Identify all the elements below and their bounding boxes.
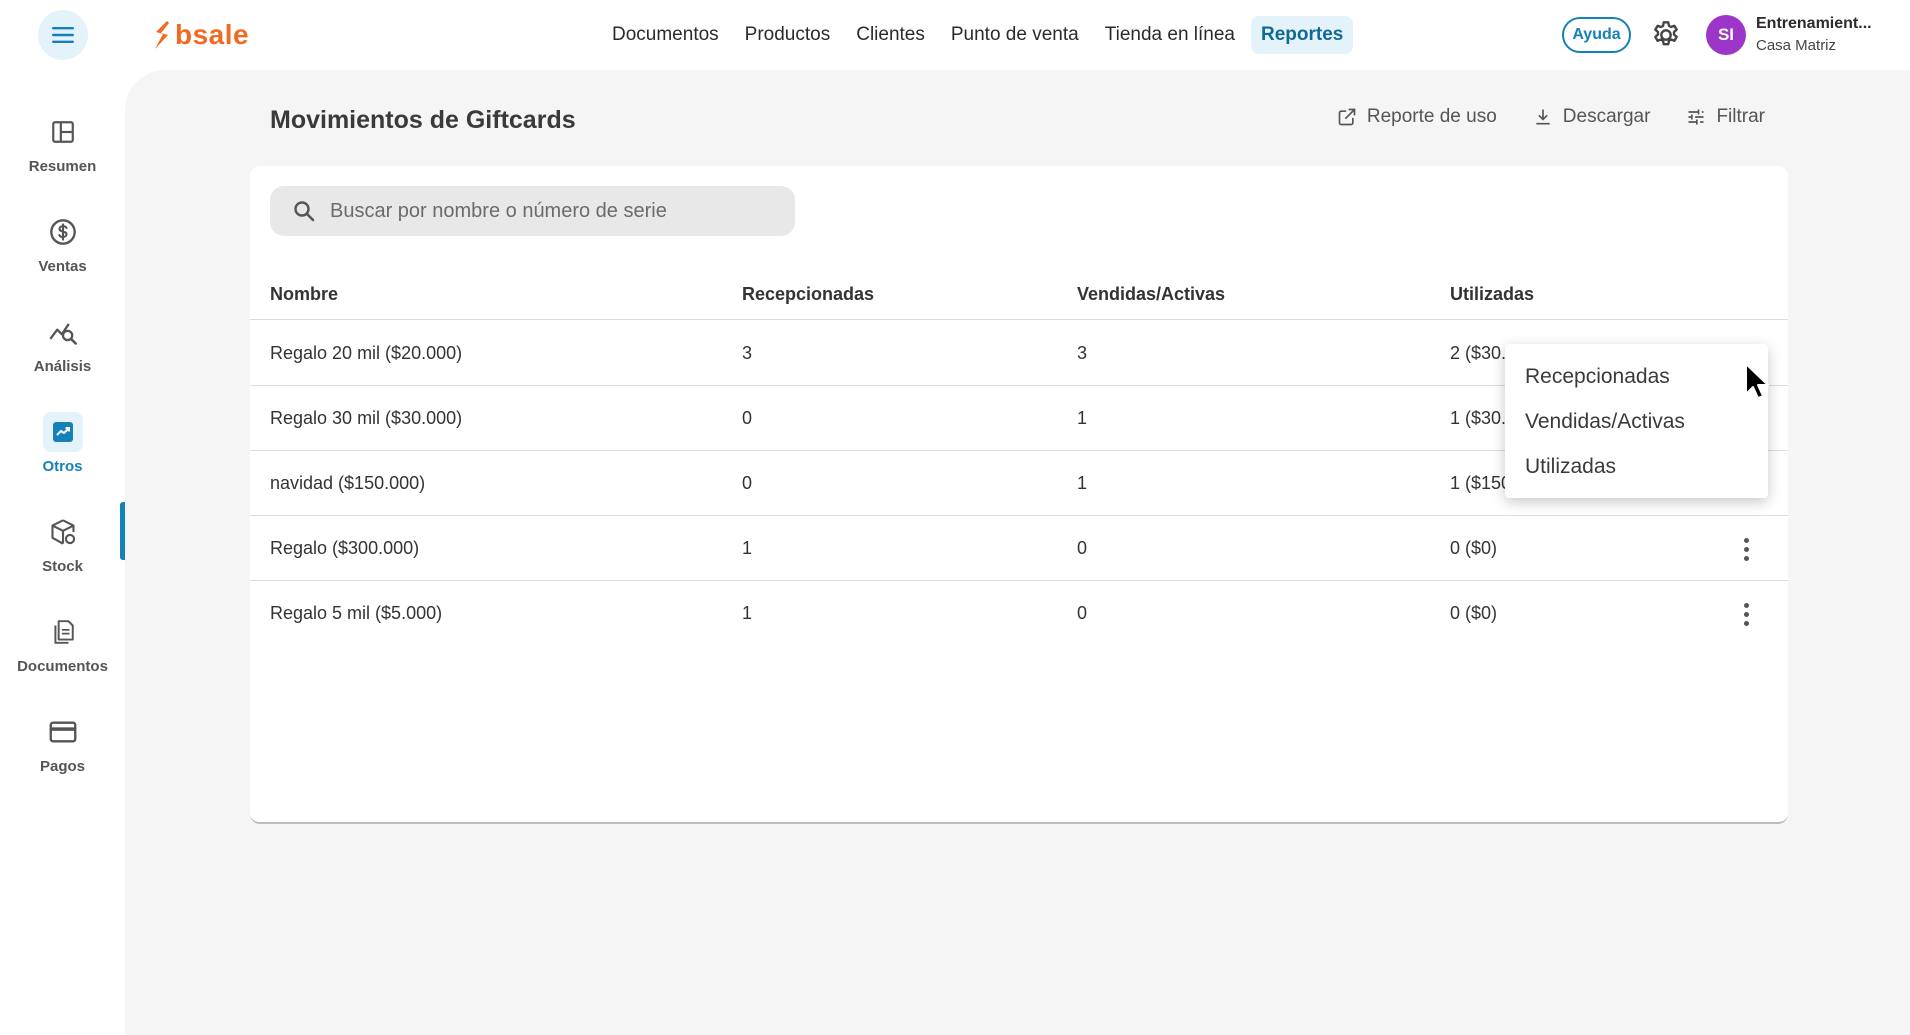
sidebar-item-ventas[interactable]: Ventas bbox=[0, 212, 125, 302]
search-box bbox=[270, 186, 795, 236]
external-link-icon bbox=[1338, 108, 1356, 126]
page-actions: Reporte de uso Descargar Filtrar bbox=[1337, 106, 1765, 128]
brand-logo[interactable]: bsale bbox=[153, 18, 249, 52]
box-icon bbox=[50, 519, 75, 545]
filter-button[interactable]: Filtrar bbox=[1686, 106, 1765, 128]
cell-utilizadas: 0 ($0) bbox=[1450, 538, 1498, 558]
help-button[interactable]: Ayuda bbox=[1562, 17, 1631, 53]
usage-report-button[interactable]: Reporte de uso bbox=[1337, 106, 1497, 128]
sidebar-item-stock[interactable]: Stock bbox=[0, 512, 125, 602]
nav-reportes[interactable]: Reportes bbox=[1251, 16, 1354, 54]
column-header-vendidas-activas[interactable]: Vendidas/Activas bbox=[1077, 284, 1225, 305]
row-actions-kebab-icon[interactable] bbox=[1734, 599, 1758, 629]
cell-vendidas: 1 bbox=[1077, 473, 1088, 493]
sidebar-item-label: Ventas bbox=[38, 258, 87, 275]
brand-name: bsale bbox=[175, 19, 250, 50]
user-avatar[interactable]: SI bbox=[1706, 15, 1746, 55]
sidebar-item-label: Pagos bbox=[39, 758, 85, 775]
documents-icon bbox=[53, 620, 74, 644]
download-label: Descargar bbox=[1562, 106, 1651, 127]
hamburger-menu-button[interactable] bbox=[38, 10, 88, 60]
cell-recepcionadas: 1 bbox=[742, 538, 753, 558]
cell-recepcionadas: 0 bbox=[742, 473, 753, 493]
sidebar-item-label: Resumen bbox=[28, 158, 97, 175]
dropdown-item-recepcionadas[interactable]: Recepcionadas bbox=[1505, 354, 1768, 399]
sidebar-item-label: Otros bbox=[42, 458, 83, 475]
search-input[interactable] bbox=[330, 199, 780, 223]
filter-icon bbox=[1688, 109, 1704, 125]
sidebar-item-analisis[interactable]: Análisis bbox=[0, 312, 125, 402]
user-name[interactable]: Entrenamient... bbox=[1756, 15, 1901, 33]
sidebar-item-label: Análisis bbox=[33, 358, 92, 375]
nav-punto-de-venta[interactable]: Punto de venta bbox=[941, 16, 1089, 54]
main-content: Movimientos de Giftcards Reporte de uso … bbox=[125, 70, 1910, 1035]
sidebar-item-label: Stock bbox=[42, 558, 83, 575]
sidebar-item-resumen[interactable]: Resumen bbox=[0, 112, 125, 202]
cell-recepcionadas: 1 bbox=[742, 603, 753, 623]
nav-productos[interactable]: Productos bbox=[735, 16, 841, 54]
cell-vendidas: 0 bbox=[1077, 538, 1088, 558]
sidebar-item-pagos[interactable]: Pagos bbox=[0, 712, 125, 802]
bsale-logo-icon bbox=[155, 21, 169, 49]
column-header-recepcionadas[interactable]: Recepcionadas bbox=[742, 284, 874, 305]
search-icon bbox=[294, 201, 315, 222]
cell-nombre: navidad ($150.000) bbox=[270, 473, 426, 493]
mouse-cursor-icon bbox=[1745, 363, 1769, 399]
table-header: Nombre Recepcionadas Vendidas/Activas Ut… bbox=[250, 272, 1788, 320]
column-header-utilizadas[interactable]: Utilizadas bbox=[1450, 284, 1534, 305]
user-branch: Casa Matriz bbox=[1756, 37, 1837, 54]
row-actions-dropdown: Recepcionadas Vendidas/Activas Utilizada… bbox=[1505, 344, 1768, 498]
sidebar-item-label: Documentos bbox=[17, 658, 108, 675]
cell-utilizadas: 0 ($0) bbox=[1450, 603, 1498, 623]
cell-recepcionadas: 3 bbox=[742, 343, 753, 363]
cell-vendidas: 3 bbox=[1077, 343, 1088, 363]
layout-icon bbox=[51, 121, 74, 143]
cell-vendidas: 1 bbox=[1077, 408, 1088, 428]
download-icon bbox=[1536, 109, 1550, 125]
nav-documentos[interactable]: Documentos bbox=[602, 16, 729, 54]
top-navigation: Documentos Productos Clientes Punto de v… bbox=[602, 15, 1354, 55]
cell-nombre: Regalo ($300.000) bbox=[270, 538, 420, 558]
cell-nombre: Regalo 5 mil ($5.000) bbox=[270, 603, 443, 623]
table-row[interactable]: Regalo ($300.000) 1 0 0 ($0) bbox=[250, 516, 1788, 581]
gear-icon[interactable] bbox=[1650, 19, 1682, 51]
top-header: bsale Documentos Productos Clientes Punt… bbox=[0, 0, 1910, 70]
dollar-icon bbox=[49, 219, 76, 245]
menu-icon bbox=[52, 27, 74, 43]
analysis-icon bbox=[48, 323, 77, 345]
card-icon bbox=[49, 721, 76, 743]
sidebar-item-documentos[interactable]: Documentos bbox=[0, 612, 125, 702]
nav-clientes[interactable]: Clientes bbox=[846, 16, 935, 54]
row-actions-kebab-icon[interactable] bbox=[1734, 534, 1758, 564]
usage-report-label: Reporte de uso bbox=[1366, 106, 1497, 127]
download-button[interactable]: Descargar bbox=[1533, 106, 1651, 128]
table-row[interactable]: Regalo 5 mil ($5.000) 1 0 0 ($0) bbox=[250, 581, 1788, 646]
page-title: Movimientos de Giftcards bbox=[270, 106, 576, 134]
cell-vendidas: 0 bbox=[1077, 603, 1088, 623]
dropdown-item-vendidas-activas[interactable]: Vendidas/Activas bbox=[1505, 399, 1768, 444]
cell-nombre: Regalo 20 mil ($20.000) bbox=[270, 343, 463, 363]
cell-recepcionadas: 0 bbox=[742, 408, 753, 428]
trending-icon bbox=[52, 422, 73, 442]
sidebar-item-otros[interactable]: Otros bbox=[0, 412, 125, 502]
cell-nombre: Regalo 30 mil ($30.000) bbox=[270, 408, 463, 428]
dropdown-item-utilizadas[interactable]: Utilizadas bbox=[1505, 444, 1768, 489]
column-header-nombre[interactable]: Nombre bbox=[270, 284, 338, 305]
nav-tienda-en-linea[interactable]: Tienda en línea bbox=[1095, 16, 1245, 54]
filter-label: Filtrar bbox=[1716, 106, 1765, 127]
